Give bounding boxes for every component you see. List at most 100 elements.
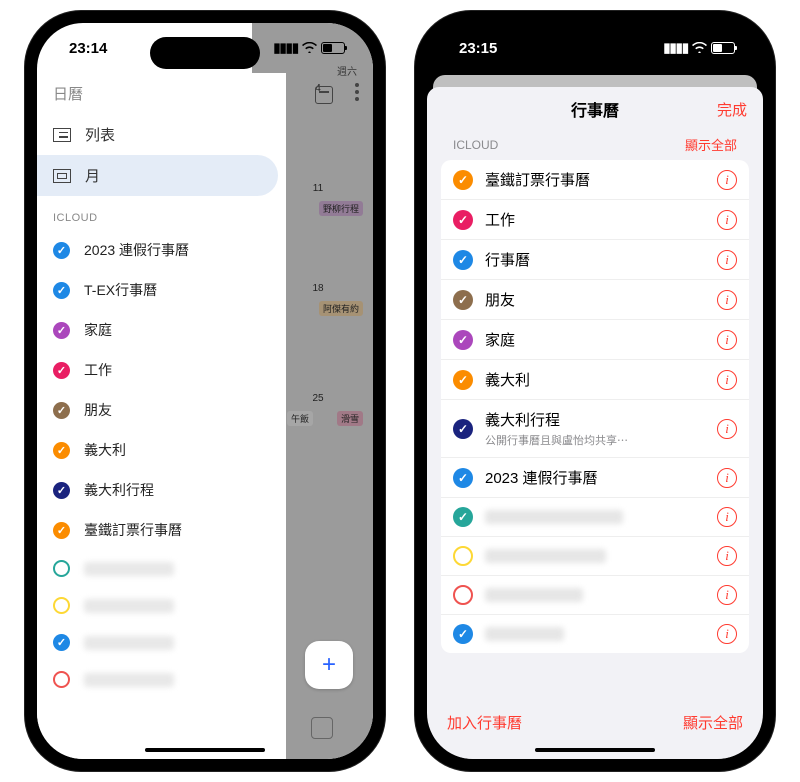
calendar-row-redacted[interactable]: [37, 587, 286, 624]
calendar-name: 家庭: [485, 329, 705, 350]
checkbox-icon[interactable]: [453, 250, 473, 270]
show-all-button[interactable]: 顯示全部: [685, 135, 737, 154]
info-icon[interactable]: i: [717, 170, 737, 190]
month-view-icon: [53, 169, 71, 183]
calendar-name: 家庭: [84, 320, 112, 340]
info-icon[interactable]: i: [717, 624, 737, 644]
calendar-subtitle: 公開行事曆且與盧怡均共享⋯: [485, 432, 705, 448]
checkbox-icon[interactable]: [53, 482, 70, 499]
checkbox-icon[interactable]: [53, 560, 70, 577]
calendar-name: 義大利: [84, 440, 126, 460]
calendar-row[interactable]: 義大利行程: [37, 470, 286, 510]
checkbox-icon[interactable]: [453, 507, 473, 527]
info-icon[interactable]: i: [717, 370, 737, 390]
view-option-list[interactable]: 列表: [37, 114, 278, 155]
calendar-row[interactable]: 工作i: [441, 200, 749, 240]
wifi-icon: [302, 41, 317, 56]
calendar-row[interactable]: 2023 連假行事曆i: [441, 458, 749, 498]
calendars-list: 臺鐵訂票行事曆i工作i行事曆i朋友i家庭i義大利i義大利行程公開行事曆且與盧怡均…: [441, 160, 749, 653]
calendar-row[interactable]: 朋友i: [441, 280, 749, 320]
checkbox-icon[interactable]: [453, 624, 473, 644]
checkbox-icon[interactable]: [53, 362, 70, 379]
checkbox-icon[interactable]: [53, 671, 70, 688]
list-view-icon: [53, 128, 71, 142]
calendar-name: 工作: [84, 360, 112, 380]
bottom-nav-icon[interactable]: [311, 717, 333, 739]
info-icon[interactable]: i: [717, 290, 737, 310]
calendar-row-redacted[interactable]: i: [441, 537, 749, 576]
phone-left-screen: 23:14 ▮▮▮▮ 週六 4 11 野柳行程 18 阿傑有約 25 午飯 滑雪…: [37, 23, 373, 759]
done-button[interactable]: 完成: [717, 99, 747, 120]
calendar-name: 義大利: [485, 369, 705, 390]
info-icon[interactable]: i: [717, 330, 737, 350]
calendar-row[interactable]: 義大利行程公開行事曆且與盧怡均共享⋯i: [441, 400, 749, 458]
calendar-row-redacted[interactable]: [37, 624, 286, 661]
calendar-name-redacted: [84, 673, 174, 687]
checkbox-icon[interactable]: [53, 634, 70, 651]
calendar-row[interactable]: 家庭 i: [441, 320, 749, 360]
status-time: 23:14: [69, 40, 107, 57]
info-icon[interactable]: i: [717, 210, 737, 230]
calendars-sheet: 行事曆 完成 ICLOUD 顯示全部 臺鐵訂票行事曆i工作i行事曆i朋友i家庭i…: [427, 87, 763, 759]
checkbox-icon[interactable]: [453, 370, 473, 390]
calendar-row[interactable]: 2023 連假行事曆: [37, 230, 286, 270]
calendar-row[interactable]: T-EX行事曆: [37, 270, 286, 310]
checkbox-icon[interactable]: [53, 402, 70, 419]
checkbox-icon[interactable]: [53, 522, 70, 539]
checkbox-icon[interactable]: [453, 419, 473, 439]
calendar-row[interactable]: 義大利 i: [441, 360, 749, 400]
calendar-row[interactable]: 臺鐵訂票行事曆i: [441, 160, 749, 200]
home-indicator[interactable]: [535, 748, 655, 752]
show-all-bottom-button[interactable]: 顯示全部: [683, 712, 743, 733]
cellular-icon: ▮▮▮▮: [273, 40, 298, 56]
calendar-name: 義大利行程: [84, 480, 154, 500]
calendar-row-redacted[interactable]: i: [441, 615, 749, 653]
checkbox-icon[interactable]: [453, 468, 473, 488]
checkbox-icon[interactable]: [53, 282, 70, 299]
info-icon[interactable]: i: [717, 250, 737, 270]
checkbox-icon[interactable]: [453, 330, 473, 350]
calendar-row[interactable]: 義大利: [37, 430, 286, 470]
checkbox-icon[interactable]: [453, 170, 473, 190]
info-icon[interactable]: i: [717, 585, 737, 605]
info-icon[interactable]: i: [717, 419, 737, 439]
checkbox-icon[interactable]: [53, 442, 70, 459]
calendar-row-redacted[interactable]: i: [441, 576, 749, 615]
phone-left-frame: 23:14 ▮▮▮▮ 週六 4 11 野柳行程 18 阿傑有約 25 午飯 滑雪…: [25, 11, 385, 771]
calendar-name: 臺鐵訂票行事曆: [84, 520, 182, 540]
plus-icon: +: [322, 651, 336, 679]
sidebar-drawer: 日曆 列表 月 ICLOUD 2023 連假行事曆T-EX行事曆家庭工作朋友義大…: [37, 73, 286, 759]
add-event-fab[interactable]: +: [305, 641, 353, 689]
calendar-row[interactable]: 朋友: [37, 390, 286, 430]
checkbox-icon[interactable]: [453, 546, 473, 566]
calendar-name-redacted: [84, 599, 174, 613]
cellular-icon: ▮▮▮▮: [663, 40, 688, 56]
checkbox-icon[interactable]: [53, 322, 70, 339]
checkbox-icon[interactable]: [453, 585, 473, 605]
info-icon[interactable]: i: [717, 507, 737, 527]
info-icon[interactable]: i: [717, 546, 737, 566]
checkbox-icon[interactable]: [53, 597, 70, 614]
view-option-month[interactable]: 月: [37, 155, 278, 196]
info-icon[interactable]: i: [717, 468, 737, 488]
checkbox-icon[interactable]: [453, 290, 473, 310]
home-indicator[interactable]: [145, 748, 265, 752]
calendar-name: 行事曆: [485, 249, 705, 270]
calendar-row-redacted[interactable]: i: [441, 498, 749, 537]
checkbox-icon[interactable]: [53, 242, 70, 259]
checkbox-icon[interactable]: [453, 210, 473, 230]
calendar-row[interactable]: 工作: [37, 350, 286, 390]
calendar-row-redacted[interactable]: [37, 661, 286, 698]
icloud-label: ICLOUD: [453, 138, 498, 152]
sheet-title: 行事曆: [571, 97, 619, 121]
sheet-navbar: 行事曆 完成: [427, 87, 763, 131]
view-option-list-label: 列表: [85, 124, 115, 145]
calendar-row-redacted[interactable]: [37, 550, 286, 587]
today-icon[interactable]: [315, 86, 333, 104]
add-calendar-button[interactable]: 加入行事曆: [447, 712, 522, 733]
overflow-menu-icon[interactable]: [355, 83, 359, 101]
calendar-row[interactable]: 臺鐵訂票行事曆: [37, 510, 286, 550]
calendar-row[interactable]: 行事曆 i: [441, 240, 749, 280]
calendar-row[interactable]: 家庭: [37, 310, 286, 350]
calendar-name-redacted: [485, 627, 705, 641]
